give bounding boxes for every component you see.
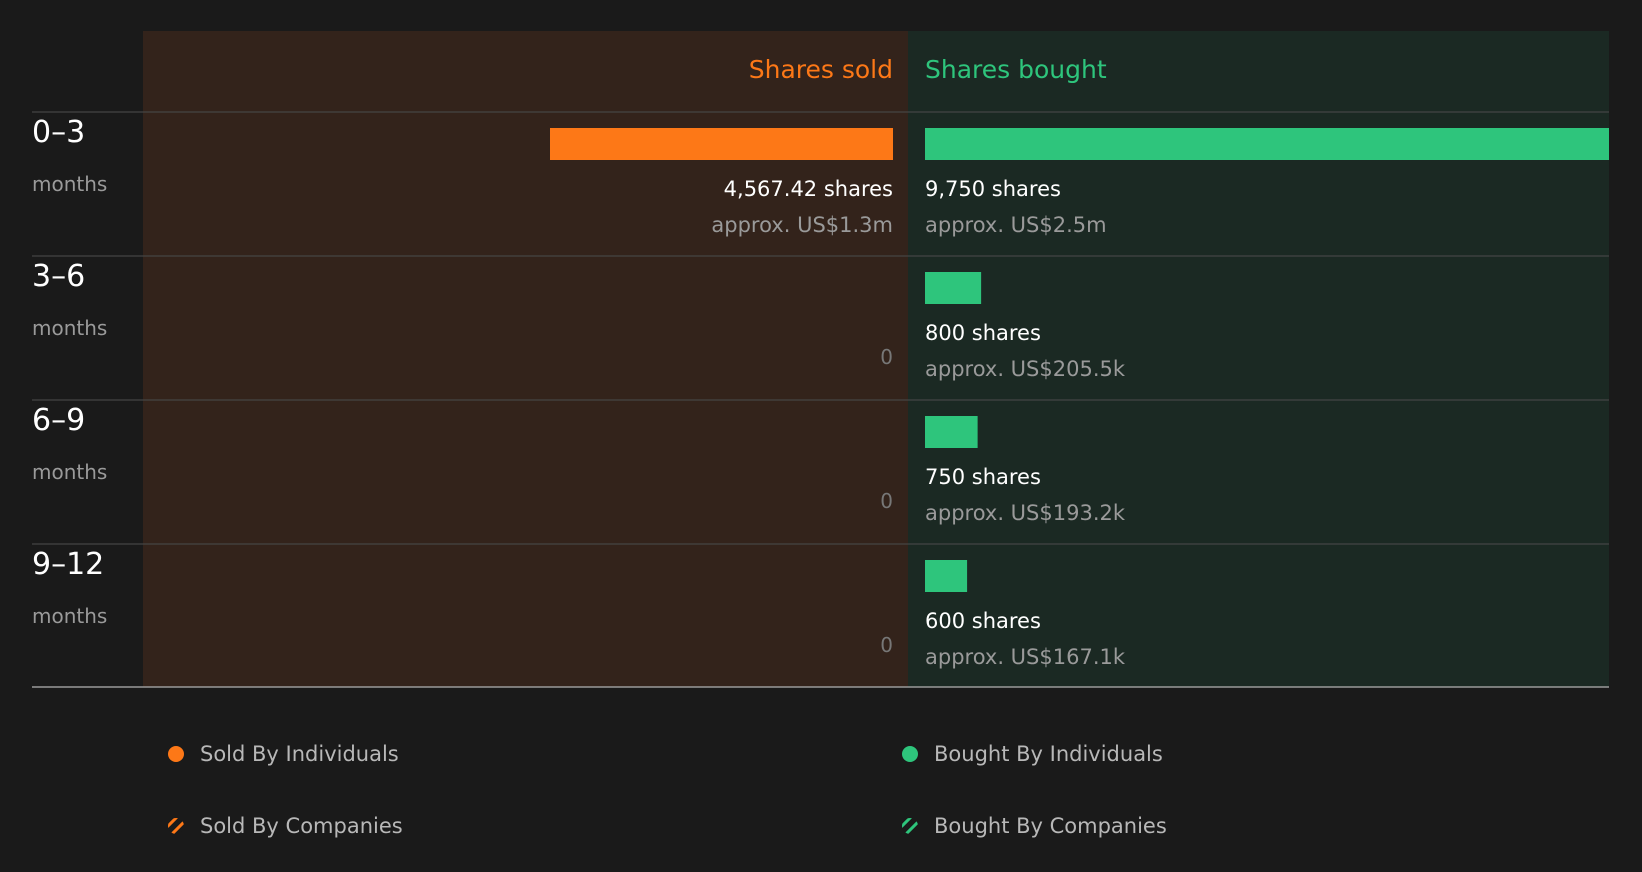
legend-label: Bought By Companies: [934, 814, 1167, 838]
bought-value-label: approx. US$2.5m: [925, 213, 1107, 237]
period-unit-label: months: [32, 316, 107, 340]
sold-bar: [550, 128, 893, 160]
legend-sold-companies[interactable]: Sold By Companies: [168, 814, 403, 838]
period-label: 6–9: [32, 403, 85, 438]
legend-label: Bought By Individuals: [934, 742, 1163, 766]
period-unit-label: months: [32, 604, 107, 628]
bought-bar: [925, 416, 978, 448]
bought-header: Shares bought: [925, 55, 1107, 84]
period-label: 9–12: [32, 547, 104, 582]
bought-value-label: approx. US$167.1k: [925, 645, 1126, 669]
bought-value-label: approx. US$205.5k: [925, 357, 1126, 381]
bought-individuals-swatch-icon: [902, 746, 918, 762]
sold-shares-label: 4,567.42 shares: [724, 177, 893, 201]
bought-shares-label: 750 shares: [925, 465, 1041, 489]
sold-individuals-swatch-icon: [168, 746, 184, 762]
sold-zero-label: 0: [880, 633, 893, 657]
sold-zero-label: 0: [880, 489, 893, 513]
period-unit-label: months: [32, 172, 107, 196]
insider-trading-chart: Shares sold Shares bought 0–3 months 4,567…: [32, 31, 1609, 688]
sold-header: Shares sold: [749, 55, 893, 84]
bought-bar: [925, 560, 968, 592]
sold-zero-label: 0: [880, 345, 893, 369]
bought-shares-label: 9,750 shares: [925, 177, 1061, 201]
legend-label: Sold By Companies: [200, 814, 403, 838]
bought-companies-hatched-swatch-icon: [902, 818, 918, 834]
bought-shares-label: 600 shares: [925, 609, 1041, 633]
period-unit-label: months: [32, 460, 107, 484]
legend-bought-individuals[interactable]: Bought By Individuals: [902, 742, 1163, 766]
legend-label: Sold By Individuals: [200, 742, 399, 766]
bought-bar: [925, 128, 1609, 160]
bought-bar: [925, 272, 982, 304]
sold-companies-hatched-swatch-icon: [168, 818, 184, 834]
bought-value-label: approx. US$193.2k: [925, 501, 1126, 525]
bought-shares-label: 800 shares: [925, 321, 1041, 345]
sold-value-label: approx. US$1.3m: [711, 213, 893, 237]
legend-sold-individuals[interactable]: Sold By Individuals: [168, 742, 399, 766]
period-label: 0–3: [32, 115, 85, 150]
legend-bought-companies[interactable]: Bought By Companies: [902, 814, 1167, 838]
period-label: 3–6: [32, 259, 85, 294]
